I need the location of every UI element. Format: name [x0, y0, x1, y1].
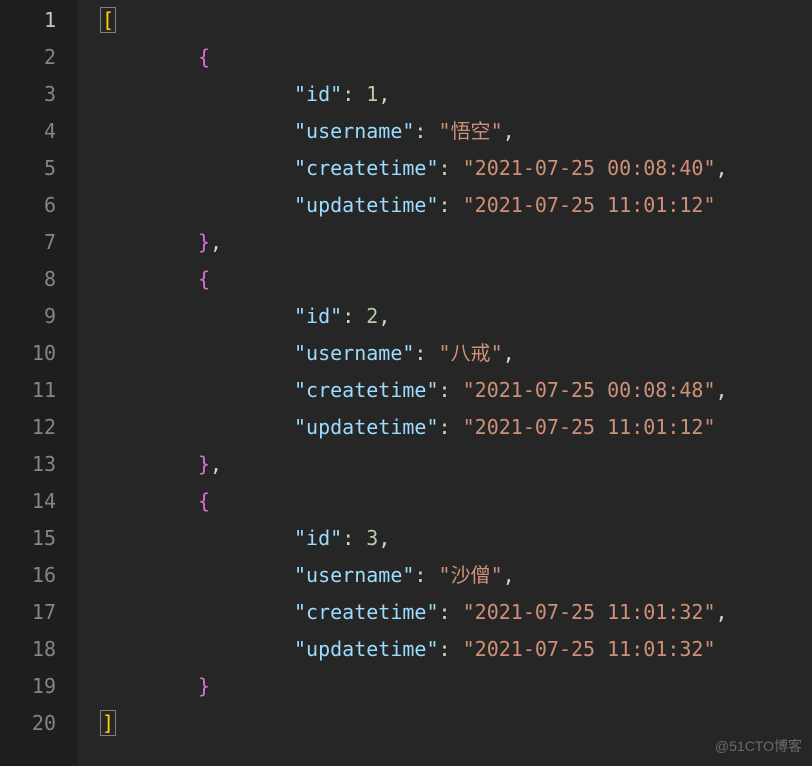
- code-line: {: [102, 483, 812, 520]
- line-number: 15: [0, 520, 56, 557]
- line-number: 5: [0, 150, 56, 187]
- line-number: 13: [0, 446, 56, 483]
- watermark: @51CTO博客: [715, 734, 802, 760]
- code-line: },: [102, 224, 812, 261]
- code-line: },: [102, 446, 812, 483]
- line-number-gutter: 1 2 3 4 5 6 7 8 9 10 11 12 13 14 15 16 1…: [0, 0, 78, 766]
- code-line: "updatetime": "2021-07-25 11:01:12": [102, 409, 812, 446]
- line-number: 16: [0, 557, 56, 594]
- line-number: 1: [0, 2, 56, 39]
- line-number: 11: [0, 372, 56, 409]
- bracket-close: ]: [100, 710, 116, 736]
- code-line: "username": "悟空",: [102, 113, 812, 150]
- line-number: 18: [0, 631, 56, 668]
- line-number: 6: [0, 187, 56, 224]
- code-line: "createtime": "2021-07-25 00:08:40",: [102, 150, 812, 187]
- code-line: {: [102, 261, 812, 298]
- code-line: "id": 2,: [102, 298, 812, 335]
- code-line: {: [102, 39, 812, 76]
- code-line: "createtime": "2021-07-25 00:08:48",: [102, 372, 812, 409]
- code-editor: 1 2 3 4 5 6 7 8 9 10 11 12 13 14 15 16 1…: [0, 0, 812, 766]
- code-line: "updatetime": "2021-07-25 11:01:32": [102, 631, 812, 668]
- line-number: 10: [0, 335, 56, 372]
- code-line: ]: [102, 705, 812, 742]
- code-line: "id": 1,: [102, 76, 812, 113]
- code-line: "id": 3,: [102, 520, 812, 557]
- code-line: "createtime": "2021-07-25 11:01:32",: [102, 594, 812, 631]
- line-number: 14: [0, 483, 56, 520]
- line-number: 3: [0, 76, 56, 113]
- line-number: 4: [0, 113, 56, 150]
- line-number: 20: [0, 705, 56, 742]
- line-number: 12: [0, 409, 56, 446]
- code-area[interactable]: [ { "id": 1, "username": "悟空", "createti…: [78, 0, 812, 766]
- code-line: "username": "八戒",: [102, 335, 812, 372]
- line-number: 2: [0, 39, 56, 76]
- line-number: 8: [0, 261, 56, 298]
- code-line: "username": "沙僧",: [102, 557, 812, 594]
- code-line: }: [102, 668, 812, 705]
- line-number: 9: [0, 298, 56, 335]
- line-number: 7: [0, 224, 56, 261]
- code-line: "updatetime": "2021-07-25 11:01:12": [102, 187, 812, 224]
- code-line: [: [102, 2, 812, 39]
- line-number: 19: [0, 668, 56, 705]
- line-number: 17: [0, 594, 56, 631]
- bracket-open: [: [100, 7, 116, 33]
